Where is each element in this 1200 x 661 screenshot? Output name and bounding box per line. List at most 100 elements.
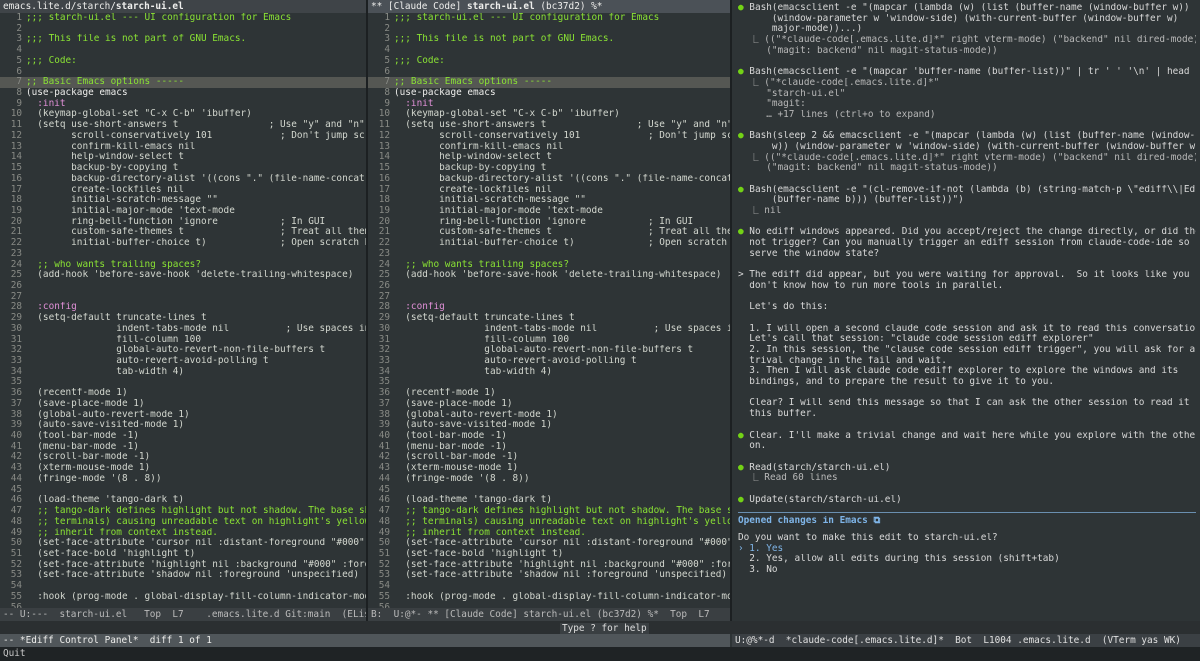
code-line[interactable]: 49 ;; inherit from context instead. [368, 528, 730, 539]
code-line[interactable]: 49 ;; inherit from context instead. [0, 528, 366, 539]
code-line[interactable]: 31 fill-column 100 [0, 335, 366, 346]
code-line[interactable]: 26 [0, 281, 366, 292]
code-line[interactable]: 37 (save-place-mode 1) [368, 399, 730, 410]
code-line[interactable]: 28 :config [0, 302, 366, 313]
code-line[interactable]: 5 ;;; Code: [0, 56, 366, 67]
code-line[interactable]: 32 global-auto-revert-non-file-buffers t [0, 345, 366, 356]
code-line[interactable]: 55 :hook (prog-mode . global-display-fil… [368, 592, 730, 603]
code-line[interactable]: 22 initial-buffer-choice t) ; Open scrat… [368, 238, 730, 249]
code-line[interactable]: 2 [0, 24, 366, 35]
code-line[interactable]: 28 :config [368, 302, 730, 313]
code-area-right[interactable]: 1 ;;; starch-ui.el --- UI configuration f… [368, 13, 730, 613]
code-line[interactable]: 10 (keymap-global-set "C-x C-b" 'ibuffer… [0, 109, 366, 120]
code-line[interactable]: 11 (setq use-short-answers t ; Use "y" a… [0, 120, 366, 131]
code-line[interactable]: 53 (set-face-attribute 'shadow nil :fore… [368, 570, 730, 581]
code-line[interactable]: 53 (set-face-attribute 'shadow nil :fore… [0, 570, 366, 581]
mode-line-claude[interactable]: U:@%*-d *claude-code[.emacs.lite.d]* Bot… [732, 634, 1200, 647]
code-line[interactable]: 9 :init [368, 99, 730, 110]
code-line[interactable]: 19 initial-major-mode 'text-mode [368, 206, 730, 217]
code-line[interactable]: 14 help-window-select t [368, 152, 730, 163]
code-line[interactable]: 16 backup-directory-alist '((cons "." (f… [368, 174, 730, 185]
code-line[interactable]: 13 confirm-kill-emacs nil [0, 142, 366, 153]
code-line[interactable]: 27 [368, 292, 730, 303]
code-line[interactable]: 27 [0, 292, 366, 303]
code-line[interactable]: 34 tab-width 4) [368, 367, 730, 378]
option-yes[interactable]: › 1. Yes [738, 544, 1196, 555]
code-line[interactable]: 10 (keymap-global-set "C-x C-b" 'ibuffer… [368, 109, 730, 120]
code-line[interactable]: 5 ;;; Code: [368, 56, 730, 67]
code-line[interactable]: 14 help-window-select t [0, 152, 366, 163]
code-line[interactable]: 33 auto-revert-avoid-polling t [0, 356, 366, 367]
code-line[interactable]: 25 (add-hook 'before-save-hook 'delete-t… [0, 270, 366, 281]
code-line[interactable]: 26 [368, 281, 730, 292]
code-line[interactable]: 30 indent-tabs-mode nil ; Use spaces ins… [368, 324, 730, 335]
claude-transcript[interactable]: ● Bash(emacsclient -e "(mapcar (lambda (… [732, 0, 1200, 505]
code-line[interactable]: 18 initial-scratch-message "" [368, 195, 730, 206]
code-line[interactable]: 12 scroll-conservatively 101 ; Don't jum… [0, 131, 366, 142]
code-line[interactable]: 8 (use-package emacs [368, 88, 730, 99]
code-line[interactable]: 25 (add-hook 'before-save-hook 'delete-t… [368, 270, 730, 281]
code-line[interactable]: 50 (set-face-attribute 'cursor nil :dist… [0, 538, 366, 549]
code-line[interactable]: 54 [368, 581, 730, 592]
code-line[interactable]: 1 ;;; starch-ui.el --- UI configuration f… [0, 13, 366, 24]
code-line[interactable]: 20 ring-bell-function 'ignore ; In GUI [0, 217, 366, 228]
code-line[interactable]: 31 fill-column 100 [368, 335, 730, 346]
editor-window-right[interactable]: ** [Claude Code] starch-ui.el (bc37d2) %… [368, 0, 730, 621]
claude-terminal-window[interactable]: ● Bash(emacsclient -e "(mapcar (lambda (… [732, 0, 1200, 621]
code-line[interactable]: 7 ;; Basic Emacs options ----- [368, 77, 730, 89]
code-line[interactable]: 45 [0, 485, 366, 496]
code-line[interactable]: 48 ;; terminals) causing unreadable text… [0, 517, 366, 528]
code-line[interactable]: 35 [0, 377, 366, 388]
code-line[interactable]: 11 (setq use-short-answers t ; Use "y" a… [368, 120, 730, 131]
code-line[interactable]: 32 global-auto-revert-non-file-buffers t [368, 345, 730, 356]
code-line[interactable]: 24 ;; who wants trailing spaces? [368, 260, 730, 271]
code-line[interactable]: 54 [0, 581, 366, 592]
code-line[interactable]: 3 ;;; This file is not part of GNU Emacs. [0, 34, 366, 45]
code-line[interactable]: 47 ;; tango-dark defines highlight but n… [0, 506, 366, 517]
code-line[interactable]: 13 confirm-kill-emacs nil [368, 142, 730, 153]
code-line[interactable]: 42 (scroll-bar-mode -1) [368, 452, 730, 463]
code-line[interactable]: 21 custom-safe-themes t ; Treat all them… [368, 227, 730, 238]
mode-line-right[interactable]: B: U:@*- ** [Claude Code] starch-ui.el (… [368, 608, 730, 621]
code-line[interactable]: 39 (auto-save-visited-mode 1) [0, 420, 366, 431]
code-line[interactable]: 36 (recentf-mode 1) [0, 388, 366, 399]
code-line[interactable]: 6 [368, 67, 730, 78]
code-line[interactable]: 6 [0, 67, 366, 78]
code-line[interactable]: 23 [0, 249, 366, 260]
code-line[interactable]: 18 initial-scratch-message "" [0, 195, 366, 206]
code-line[interactable]: 29 (setq-default truncate-lines t [0, 313, 366, 324]
code-line[interactable]: 43 (xterm-mouse-mode 1) [368, 463, 730, 474]
code-line[interactable]: 17 create-lockfiles nil [0, 185, 366, 196]
code-line[interactable]: 46 (load-theme 'tango-dark t) [368, 495, 730, 506]
option-yes-all[interactable]: 2. Yes, allow all edits during this sess… [738, 554, 1196, 565]
code-line[interactable]: 4 [368, 45, 730, 56]
code-line[interactable]: 46 (load-theme 'tango-dark t) [0, 495, 366, 506]
code-line[interactable]: 33 auto-revert-avoid-polling t [368, 356, 730, 367]
code-line[interactable]: 37 (save-place-mode 1) [0, 399, 366, 410]
mode-line-left[interactable]: -- U:--- starch-ui.el Top L7 .emacs.lite… [0, 608, 366, 621]
code-line[interactable]: 20 ring-bell-function 'ignore ; In GUI [368, 217, 730, 228]
code-line[interactable]: 51 (set-face-bold 'highlight t) [368, 549, 730, 560]
code-line[interactable]: 30 indent-tabs-mode nil ; Use spaces ins… [0, 324, 366, 335]
code-line[interactable]: 38 (global-auto-revert-mode 1) [368, 410, 730, 421]
code-line[interactable]: 52 (set-face-attribute 'highlight nil :b… [368, 560, 730, 571]
option-no[interactable]: 3. No [738, 565, 1196, 576]
code-line[interactable]: 15 backup-by-copying t [368, 163, 730, 174]
code-line[interactable]: 41 (menu-bar-mode -1) [0, 442, 366, 453]
code-line[interactable]: 16 backup-directory-alist '((cons "." (f… [0, 174, 366, 185]
code-line[interactable]: 43 (xterm-mouse-mode 1) [0, 463, 366, 474]
code-line[interactable]: 34 tab-width 4) [0, 367, 366, 378]
code-line[interactable]: 21 custom-safe-themes t ; Treat all them… [0, 227, 366, 238]
code-line[interactable]: 51 (set-face-bold 'highlight t) [0, 549, 366, 560]
ediff-control-mode-line[interactable]: -- *Ediff Control Panel* diff 1 of 1 [0, 634, 730, 647]
code-line[interactable]: 35 [368, 377, 730, 388]
code-area-left[interactable]: 1 ;;; starch-ui.el --- UI configuration f… [0, 13, 366, 613]
code-line[interactable]: 12 scroll-conservatively 101 ; Don't jum… [368, 131, 730, 142]
code-line[interactable]: 2 [368, 24, 730, 35]
code-line[interactable]: 36 (recentf-mode 1) [368, 388, 730, 399]
code-line[interactable]: 41 (menu-bar-mode -1) [368, 442, 730, 453]
code-line[interactable]: 1 ;;; starch-ui.el --- UI configuration f… [368, 13, 730, 24]
code-line[interactable]: 48 ;; terminals) causing unreadable text… [368, 517, 730, 528]
code-line[interactable]: 38 (global-auto-revert-mode 1) [0, 410, 366, 421]
code-line[interactable]: 22 initial-buffer-choice t) ; Open scrat… [0, 238, 366, 249]
